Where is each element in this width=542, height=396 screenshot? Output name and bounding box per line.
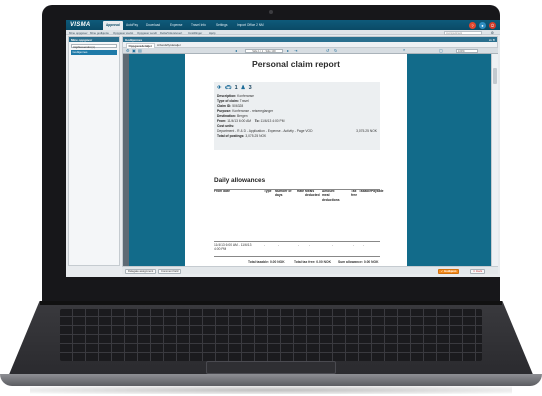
approve-label: Godkjenn bbox=[444, 269, 457, 273]
subnav-my-tasks[interactable]: Mine oppgaver bbox=[69, 31, 88, 35]
page-indicator[interactable]: Side 1 / 1 · Side 100 bbox=[245, 48, 283, 53]
keyboard bbox=[60, 309, 482, 361]
action-bar: Delegate assignment Comment field ✓ Godk… bbox=[122, 266, 498, 274]
comment-button[interactable]: Comment field bbox=[158, 268, 182, 274]
claim-stats: ✈ 🚗︎ 1 ♟ 3 bbox=[217, 85, 377, 91]
row-tax-free: - bbox=[353, 242, 355, 247]
row-meals: - bbox=[309, 242, 311, 247]
total-tax-free: Total tax free: 0.00 NOK bbox=[294, 259, 331, 264]
row-taxable: - bbox=[363, 242, 365, 247]
subnav-help[interactable]: Hjelp bbox=[209, 31, 215, 35]
tab-approval[interactable]: Approval bbox=[103, 21, 123, 30]
approve-button[interactable]: ✓ Godkjenn bbox=[438, 268, 460, 274]
claim-summary: ✈ 🚗︎ 1 ♟ 3 Description: Konferanse Type … bbox=[214, 81, 380, 150]
person-count: 3 bbox=[248, 84, 252, 91]
subnav-approved[interactable]: Mine godkjente bbox=[90, 31, 109, 35]
laptop-hinge bbox=[40, 301, 502, 305]
tab-autopay[interactable]: AutoPay bbox=[126, 23, 138, 27]
viewer-margin-right bbox=[407, 53, 491, 267]
pdf-viewer: ⚙ ▣ ▤ ◂ Side 1 / 1 · Side 100 ▸ ⇥ ↺ ↻ ⌕ … bbox=[123, 47, 498, 267]
tab-settings[interactable]: Settings bbox=[216, 23, 228, 27]
left-panel-item-to-approve[interactable]: Godkjennes bbox=[71, 49, 117, 55]
trackpad bbox=[206, 361, 336, 374]
col-meal-deductions: Amount meal deductions bbox=[322, 188, 340, 203]
brand-logo[interactable]: VISMA bbox=[70, 22, 91, 28]
car-icon: 🚗︎ bbox=[224, 84, 232, 91]
user-icon[interactable]: ● bbox=[479, 21, 486, 29]
col-meals-deducted: Meals deducted bbox=[305, 188, 320, 198]
total-taxable: Total taxable: 0.00 NOK bbox=[248, 259, 285, 264]
subnav-delegated[interactable]: Delta/Viderelevert bbox=[160, 31, 182, 35]
task-filter-select[interactable]: Utgiftsoversikt (1) bbox=[71, 43, 117, 49]
col-from-date: From date bbox=[214, 188, 230, 193]
laptop-photo: VISMA Approval AutoPay Download Expense … bbox=[0, 0, 542, 396]
reject-label: Avvis bbox=[475, 269, 483, 273]
col-type: Type bbox=[264, 188, 272, 193]
help-icon[interactable]: ? bbox=[469, 21, 476, 29]
subnav-sent[interactable]: Oppgaver sendt bbox=[137, 31, 157, 35]
field-total-postings: Total of postings: 3,075.25 NOK bbox=[217, 134, 267, 139]
webcam bbox=[269, 10, 273, 14]
table-top-rule bbox=[214, 188, 380, 189]
top-navigation: VISMA Approval AutoPay Download Expense … bbox=[66, 20, 500, 30]
row-rate: - bbox=[298, 242, 300, 247]
main-panel: Godkjennes ▭ ✕ Oppgavedetaljer Arbeidsfl… bbox=[122, 36, 498, 267]
laptop-shadow bbox=[30, 386, 512, 394]
col-tax-free: Tax free bbox=[351, 188, 358, 198]
sum-allowance: Sum allowance: 0.00 NOK bbox=[338, 259, 379, 264]
table-header-rule bbox=[214, 240, 380, 241]
report-title: Personal claim report bbox=[252, 58, 340, 69]
col-payable: Payable bbox=[371, 188, 384, 193]
left-panel-title: Mine oppgaver bbox=[69, 37, 119, 42]
left-panel: Mine oppgaver Utgiftsoversikt (1) Godkje… bbox=[68, 36, 120, 266]
quick-search-input[interactable]: Hurtigsøk/søk bbox=[444, 30, 482, 35]
reject-button[interactable]: ✕ Avvis bbox=[470, 268, 486, 274]
tab-expense[interactable]: Expense bbox=[170, 23, 182, 27]
sub-navigation: Mine oppgaver Mine godkjente Oppgaver av… bbox=[66, 30, 500, 35]
viewer-margin-left bbox=[129, 53, 185, 267]
brand-name: VISMA bbox=[70, 21, 91, 28]
zoom-search-icon[interactable]: ⌕ bbox=[403, 48, 405, 52]
daily-allowances-title: Daily allowances bbox=[214, 176, 266, 184]
scrollbar-thumb[interactable] bbox=[492, 67, 497, 84]
power-icon[interactable]: ⏻ bbox=[489, 21, 496, 29]
panel-window-icons[interactable]: ▭ ✕ bbox=[489, 38, 495, 42]
settings-icon[interactable]: ⚙ bbox=[491, 31, 494, 35]
airplane-icon: ✈ bbox=[217, 84, 222, 91]
table-bottom-rule bbox=[214, 255, 380, 256]
row-from-date: 11/4/13 6:00 AM - 11/6/13 4:00 PM bbox=[214, 242, 252, 252]
approve-icon: ✓ bbox=[441, 269, 444, 273]
tab-download[interactable]: Download bbox=[146, 23, 160, 27]
col-taxable: Taxable bbox=[359, 188, 372, 193]
car-count: 1 bbox=[234, 84, 238, 91]
delegate-button[interactable]: Delegate assignment bbox=[125, 268, 157, 274]
report-page: Personal claim report ✈ 🚗︎ 1 ♟ 3 Descrip… bbox=[185, 53, 407, 267]
col-rate: Rate bbox=[297, 188, 305, 193]
zoom-select[interactable]: 100% bbox=[456, 48, 478, 53]
row-type: - bbox=[264, 242, 266, 247]
laptop-front-edge bbox=[0, 374, 542, 386]
person-icon: ♟ bbox=[240, 84, 246, 91]
tab-workflow-details[interactable]: Arbeidsflytdetaljer bbox=[157, 43, 181, 47]
viewer-scrollbar[interactable] bbox=[491, 53, 498, 267]
tab-travel-info[interactable]: Travel Info bbox=[191, 23, 206, 27]
subnav-rejected[interactable]: Oppgaver avvist bbox=[113, 31, 133, 35]
app-screen: VISMA Approval AutoPay Download Expense … bbox=[66, 20, 500, 277]
row-meal-deductions: - bbox=[332, 242, 334, 247]
row-days: - bbox=[278, 242, 280, 247]
col-number-of-days: Number of days bbox=[275, 188, 292, 198]
subnav-settings[interactable]: Innstillinger bbox=[188, 31, 202, 35]
tab-import[interactable]: Import Office 2 NM bbox=[237, 23, 264, 27]
